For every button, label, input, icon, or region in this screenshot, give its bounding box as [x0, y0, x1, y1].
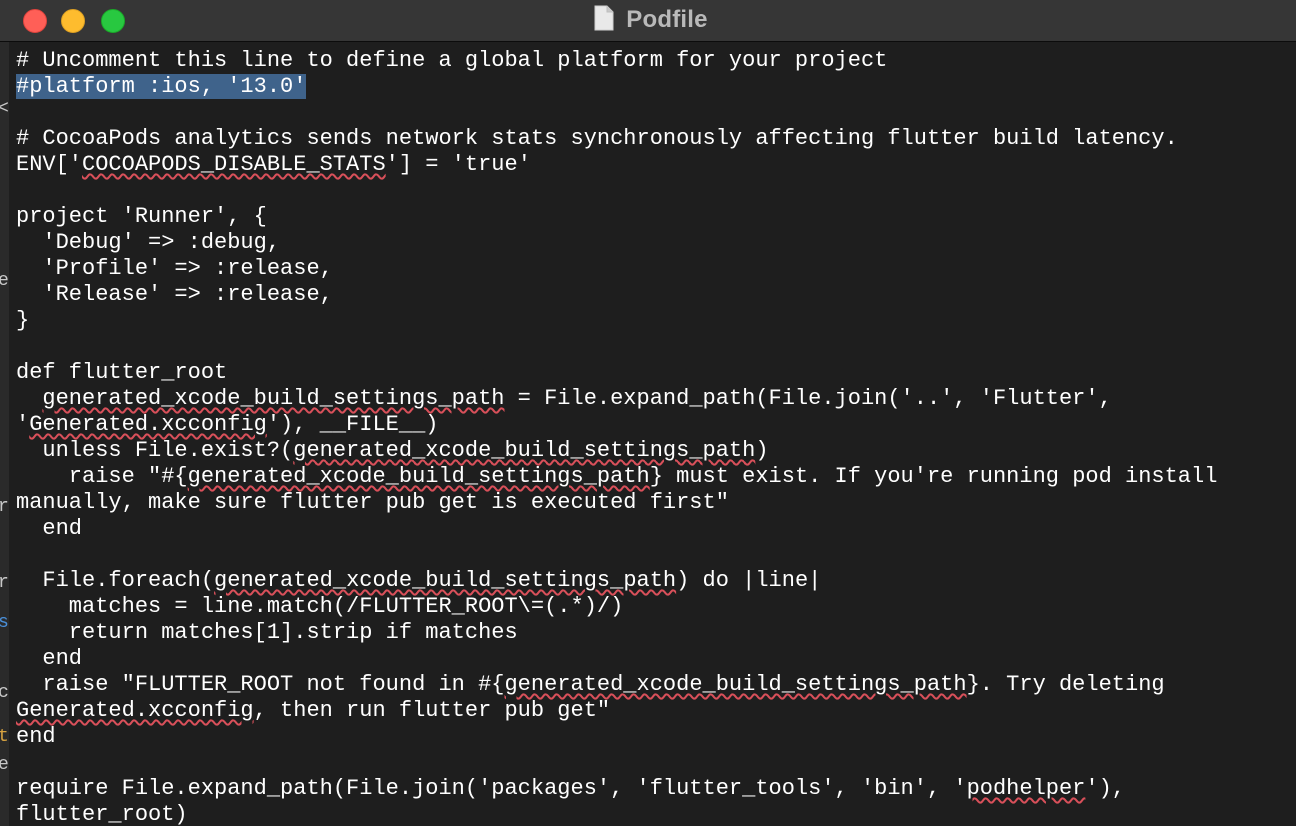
code-segment: , then run flutter pub get"	[253, 698, 611, 723]
background-glyph: r	[0, 573, 9, 593]
code-segment: ) do |line|	[676, 568, 822, 593]
code-segment: '),	[1085, 776, 1125, 801]
code-line[interactable]: File.foreach(generated_xcode_build_setti…	[16, 568, 1217, 594]
background-glyph: c	[0, 683, 9, 703]
code-segment: '), __FILE__)	[266, 412, 439, 437]
code-line[interactable]: raise "FLUTTER_ROOT not found in #{gener…	[16, 672, 1217, 698]
code-segment: end	[16, 724, 56, 749]
background-glyph: e	[0, 271, 9, 291]
code-segment: require File.expand_path(File.join('pack…	[16, 776, 967, 801]
code-line[interactable]	[16, 178, 1217, 204]
background-glyph: e	[0, 755, 9, 775]
code-segment: 'Debug' => :debug,	[16, 230, 281, 255]
code-line[interactable]: unless File.exist?(generated_xcode_build…	[16, 438, 1217, 464]
code-line[interactable]: require File.expand_path(File.join('pack…	[16, 776, 1217, 802]
code-segment: # CocoaPods analytics sends network stat…	[16, 126, 1178, 151]
code-segment: manually, make sure flutter pub get is e…	[16, 490, 729, 515]
code-line[interactable]: manually, make sure flutter pub get is e…	[16, 490, 1217, 516]
document-icon[interactable]	[588, 5, 626, 36]
code-line[interactable]: return matches[1].strip if matches	[16, 620, 1217, 646]
background-glyph: s	[0, 613, 9, 633]
misspelled-word: generated_xcode_build_settings_path	[42, 386, 505, 411]
code-segment: )	[755, 438, 769, 463]
code-line[interactable]: end	[16, 516, 1217, 542]
misspelled-word: generated_xcode_build_settings_path	[214, 568, 677, 593]
code-line[interactable]	[16, 100, 1217, 126]
code-segment: } must exist. If you're running pod inst…	[649, 464, 1218, 489]
background-window-edge: < e r r s c t e	[0, 42, 9, 826]
misspelled-word: COCOAPODS_DISABLE_STATS	[82, 152, 386, 177]
background-glyph: r	[0, 497, 9, 517]
code-segment: end	[16, 516, 83, 541]
code-line[interactable]	[16, 750, 1217, 776]
background-glyph: <	[0, 99, 9, 119]
code-line[interactable]: #platform :ios, '13.0'	[16, 74, 1217, 100]
code-segment: # Uncomment this line to define a global…	[16, 48, 888, 73]
code-segment: unless File.exist?(	[16, 438, 294, 463]
misspelled-word: generated_xcode_build_settings_path	[293, 438, 756, 463]
misspelled-word: podhelper	[966, 776, 1086, 801]
code-line[interactable]: # Uncomment this line to define a global…	[16, 48, 1217, 74]
code-segment: 'Release' => :release,	[16, 282, 333, 307]
misspelled-word: generated_xcode_build_settings_path	[504, 672, 967, 697]
code-segment: 'Profile' => :release,	[16, 256, 333, 281]
code-segment: raise "#{	[16, 464, 188, 489]
code-line[interactable]: end	[16, 646, 1217, 672]
code-segment: '] = 'true'	[385, 152, 531, 177]
code-segment: def flutter_root	[16, 360, 228, 385]
code-line[interactable]: project 'Runner', {	[16, 204, 1217, 230]
editor-area[interactable]: # Uncomment this line to define a global…	[9, 42, 1296, 826]
code-line[interactable]	[16, 334, 1217, 360]
code-segment: '	[16, 412, 30, 437]
code-line[interactable]	[16, 542, 1217, 568]
code-line[interactable]: 'Debug' => :debug,	[16, 230, 1217, 256]
code-line[interactable]: 'Generated.xcconfig'), __FILE__)	[16, 412, 1217, 438]
background-glyph: t	[0, 727, 9, 747]
code-line[interactable]: ENV['COCOAPODS_DISABLE_STATS'] = 'true'	[16, 152, 1217, 178]
code-line[interactable]: Generated.xcconfig, then run flutter pub…	[16, 698, 1217, 724]
code-line[interactable]: 'Profile' => :release,	[16, 256, 1217, 282]
code-segment: matches = line.match(/FLUTTER_ROOT\=(.*)…	[16, 594, 624, 619]
selected-text: #platform :ios, '13.0'	[16, 74, 307, 99]
title-bar[interactable]: Podfile	[0, 0, 1296, 42]
code-line[interactable]: }	[16, 308, 1217, 334]
code-segment: ENV['	[16, 152, 83, 177]
misspelled-word: Generated.xcconfig	[16, 698, 254, 723]
code-line[interactable]: generated_xcode_build_settings_path = Fi…	[16, 386, 1217, 412]
code-segment: = File.expand_path(File.join('..', 'Flut…	[504, 386, 1112, 411]
code-segment: raise "FLUTTER_ROOT not found in #{	[16, 672, 505, 697]
code-segment: project 'Runner', {	[16, 204, 267, 229]
window-title: Podfile	[626, 6, 708, 33]
misspelled-word: Generated.xcconfig	[29, 412, 267, 437]
code-line[interactable]: flutter_root)	[16, 802, 1217, 826]
code-segment: end	[16, 646, 83, 671]
code-text[interactable]: # Uncomment this line to define a global…	[16, 48, 1217, 826]
window-title-group: Podfile	[0, 0, 1296, 40]
code-line[interactable]: 'Release' => :release,	[16, 282, 1217, 308]
text-editor-window: Podfile < e r r s c t e # Uncomment this line t…	[0, 0, 1296, 826]
code-line[interactable]: def flutter_root	[16, 360, 1217, 386]
code-segment: }. Try deleting	[966, 672, 1165, 697]
misspelled-word: generated_xcode_build_settings_path	[187, 464, 650, 489]
code-segment: }	[16, 308, 30, 333]
code-segment: flutter_root)	[16, 802, 188, 826]
code-segment: return matches[1].strip if matches	[16, 620, 518, 645]
code-line[interactable]: # CocoaPods analytics sends network stat…	[16, 126, 1217, 152]
code-segment: File.foreach(	[16, 568, 215, 593]
code-line[interactable]: matches = line.match(/FLUTTER_ROOT\=(.*)…	[16, 594, 1217, 620]
code-line[interactable]: end	[16, 724, 1217, 750]
code-line[interactable]: raise "#{generated_xcode_build_settings_…	[16, 464, 1218, 490]
